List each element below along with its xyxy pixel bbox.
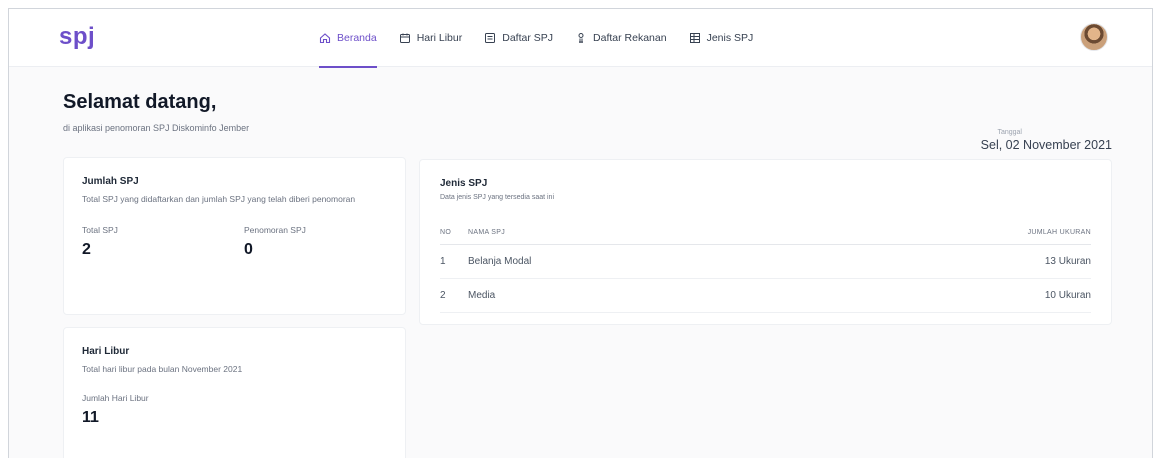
page-title: Selamat datang, xyxy=(63,91,217,113)
app-frame: spj Beranda Hari Libur Daftar SPJ Daftar… xyxy=(8,8,1153,458)
row-name: Belanja Modal xyxy=(468,244,780,280)
column-header-nama: NAMA SPJ xyxy=(468,225,780,246)
column-header-jumlah: JUMLAH UKURAN xyxy=(779,225,1091,246)
penomoran-spj-value: 0 xyxy=(244,241,253,259)
calendar-icon xyxy=(399,33,410,43)
nav-label-hari-libur: Hari Libur xyxy=(416,32,463,44)
row-no: 2 xyxy=(440,278,468,314)
penomoran-spj-stat: Penomoran SPJ 0 xyxy=(244,225,306,259)
total-spj-value: 2 xyxy=(82,241,91,259)
nav-item-hari-libur[interactable]: Hari Libur xyxy=(399,9,463,67)
table-header-row: NO NAMA SPJ JUMLAH UKURAN xyxy=(440,225,1091,246)
user-icon xyxy=(578,33,584,43)
total-spj-stat: Total SPJ 2 xyxy=(82,225,244,259)
jumlah-spj-title: Jumlah SPJ xyxy=(82,176,139,187)
nav-item-jenis-spj[interactable]: Jenis SPJ xyxy=(689,9,754,67)
main-menu: Beranda Hari Libur Daftar SPJ Daftar Rek… xyxy=(319,9,775,68)
date-label: Tanggal xyxy=(997,129,1022,136)
list-icon xyxy=(485,33,496,43)
nav-label-daftar-rekanan: Daftar Rekanan xyxy=(593,32,667,44)
hari-libur-count-value: 11 xyxy=(82,409,99,427)
hari-libur-title: Hari Libur xyxy=(82,346,130,357)
page-subtitle: di aplikasi penomoran SPJ Diskominfo Jem… xyxy=(63,123,250,133)
jenis-spj-title: Jenis SPJ xyxy=(440,178,488,189)
row-name: Media xyxy=(468,278,780,314)
row-count: 10 Ukuran xyxy=(779,278,1091,314)
jumlah-spj-card: Jumlah SPJ Total SPJ yang didaftarkan da… xyxy=(63,157,406,315)
jenis-spj-desc: Data jenis SPJ yang tersedia saat ini xyxy=(440,194,555,201)
hari-libur-card: Hari Libur Total hari libur pada bulan N… xyxy=(63,327,406,458)
penomoran-spj-label: Penomoran SPJ xyxy=(244,225,306,236)
nav-item-daftar-rekanan[interactable]: Daftar Rekanan xyxy=(575,9,667,67)
nav-item-daftar-spj[interactable]: Daftar SPJ xyxy=(484,9,553,67)
hari-libur-count-label: Jumlah Hari Libur xyxy=(82,393,149,404)
top-navbar: spj Beranda Hari Libur Daftar SPJ Daftar… xyxy=(9,9,1152,68)
hari-libur-desc: Total hari libur pada bulan November 202… xyxy=(82,364,243,374)
grid-icon xyxy=(689,33,700,43)
jenis-spj-table: NO NAMA SPJ JUMLAH UKURAN 1 Belanja Moda… xyxy=(440,225,1091,314)
jenis-spj-card: Jenis SPJ Data jenis SPJ yang tersedia s… xyxy=(419,159,1112,325)
row-count: 13 Ukuran xyxy=(779,244,1091,280)
jumlah-spj-stats: Total SPJ 2 Penomoran SPJ 0 xyxy=(82,225,387,259)
row-no: 1 xyxy=(440,244,468,280)
column-header-no: NO xyxy=(440,225,468,246)
nav-item-beranda[interactable]: Beranda xyxy=(319,9,377,68)
current-date: Sel, 02 November 2021 xyxy=(980,138,1112,152)
home-icon xyxy=(319,33,331,44)
table-row[interactable]: 1 Belanja Modal 13 Ukuran xyxy=(440,244,1091,280)
total-spj-label: Total SPJ xyxy=(82,225,118,236)
jumlah-spj-desc: Total SPJ yang didaftarkan dan jumlah SP… xyxy=(82,194,356,204)
nav-label-daftar-spj: Daftar SPJ xyxy=(502,32,554,44)
table-row[interactable]: 2 Media 10 Ukuran xyxy=(440,278,1091,314)
nav-label-jenis-spj: Jenis SPJ xyxy=(706,32,754,44)
nav-label-beranda: Beranda xyxy=(337,32,377,44)
user-avatar[interactable] xyxy=(1080,23,1108,51)
brand-logo[interactable]: spj xyxy=(59,23,95,51)
